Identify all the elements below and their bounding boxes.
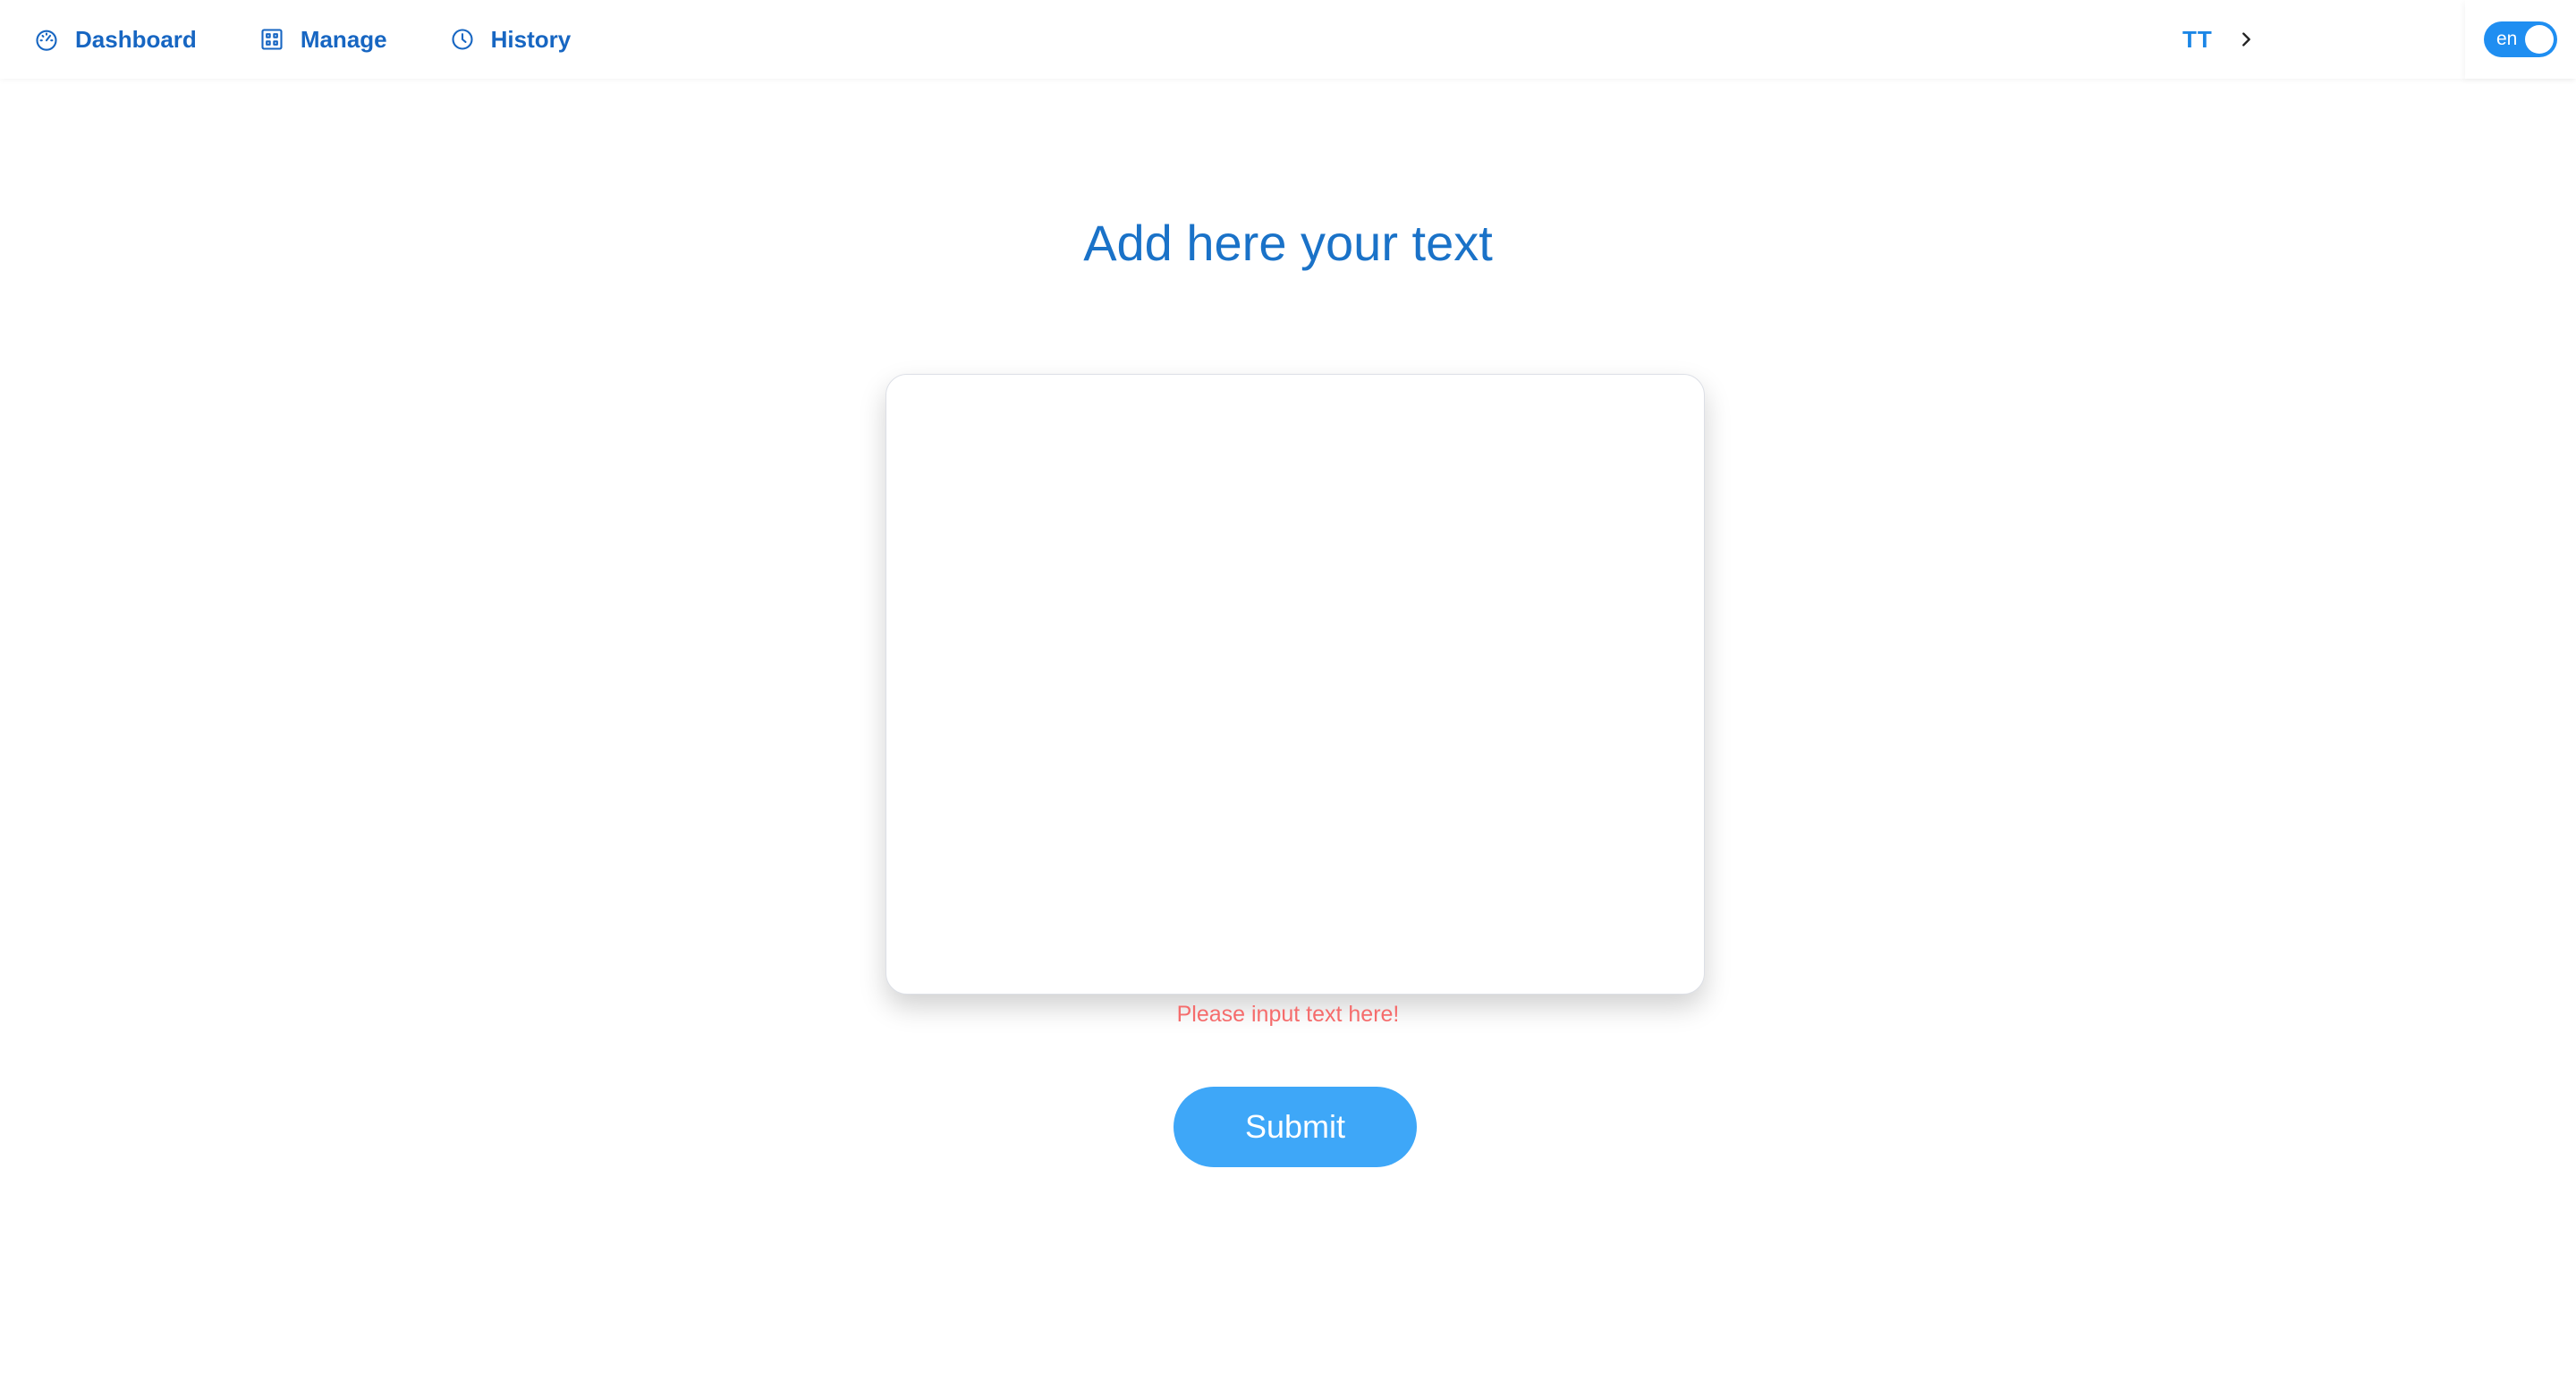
chevron-right-icon[interactable] xyxy=(2236,30,2256,49)
text-input-container xyxy=(886,374,1705,995)
nav-item-history[interactable]: History xyxy=(450,0,572,79)
user-menu[interactable]: TT xyxy=(2182,0,2256,79)
app-root: Dashboard Manage History TT en Add here … xyxy=(0,0,2576,1389)
language-toggle-label: en xyxy=(2496,29,2518,49)
nav-item-label: Dashboard xyxy=(75,25,197,53)
nav-item-label: History xyxy=(490,25,572,53)
validation-error-message: Please input text here! xyxy=(1176,1002,1400,1027)
user-initials[interactable]: TT xyxy=(2182,26,2213,54)
submit-button[interactable]: Submit xyxy=(1174,1087,1417,1167)
grid-icon xyxy=(259,27,284,52)
clock-icon xyxy=(450,27,475,52)
dashboard-gauge-icon xyxy=(34,27,59,52)
language-panel: en xyxy=(2465,0,2576,79)
nav-item-dashboard[interactable]: Dashboard xyxy=(34,0,197,79)
nav-item-manage[interactable]: Manage xyxy=(259,0,387,79)
language-toggle-knob xyxy=(2525,25,2554,54)
main-nav: Dashboard Manage History xyxy=(34,0,633,79)
top-navigation-bar: Dashboard Manage History TT en xyxy=(0,0,2576,79)
text-input[interactable] xyxy=(886,375,1704,994)
page-title: Add here your text xyxy=(1083,215,1493,271)
nav-item-label: Manage xyxy=(300,25,387,53)
language-toggle[interactable]: en xyxy=(2484,21,2557,57)
